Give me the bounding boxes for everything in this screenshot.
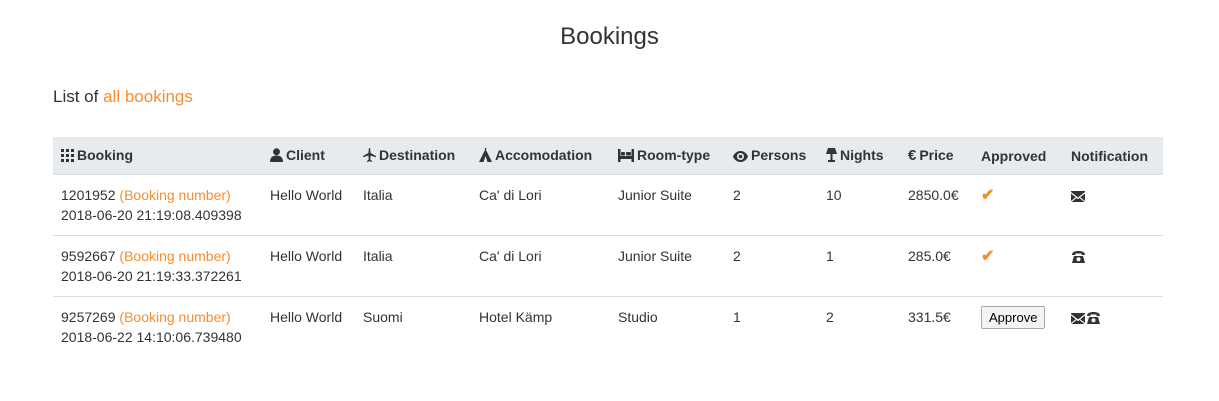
- user-icon: [270, 147, 283, 165]
- destination-cell: Suomi: [363, 309, 403, 325]
- header-approved: Approved: [973, 137, 1063, 175]
- plane-icon: [363, 147, 376, 165]
- header-room-type: Room-type: [610, 137, 725, 175]
- client-cell: Hello World: [270, 309, 343, 325]
- envelope-icon: [1071, 309, 1086, 325]
- destination-cell: Italia: [355, 174, 471, 236]
- booking-number: 9592667: [61, 248, 116, 264]
- booking-datetime: 2018-06-20 21:19:33.372261: [61, 268, 242, 284]
- table-row: 9257269 (Booking number) 2018-06-22 14:1…: [53, 297, 1163, 358]
- table-header-row: Booking Client Destination Accomodation …: [53, 137, 1163, 175]
- persons-cell: 2: [725, 174, 818, 236]
- tent-icon: [479, 147, 492, 165]
- approved-cell: Approve: [973, 297, 1063, 358]
- room-type-cell: Studio: [618, 309, 658, 325]
- header-price: € Price: [900, 137, 973, 175]
- header-notification: Notification: [1063, 137, 1163, 175]
- approved-check-icon: ✔: [981, 248, 995, 265]
- price-cell: 2850.0€: [900, 174, 973, 236]
- header-accommodation: Accomodation: [471, 137, 610, 175]
- booking-number: 1201952: [61, 187, 116, 203]
- lamp-icon: [826, 147, 837, 165]
- all-bookings-link[interactable]: all bookings: [103, 87, 193, 106]
- booking-number-label: (Booking number): [119, 248, 231, 264]
- booking-datetime: 2018-06-22 14:10:06.739480: [61, 329, 242, 345]
- notification-cell: [1063, 235, 1163, 297]
- accommodation-cell: Hotel Kämp: [479, 309, 553, 325]
- grid-icon: [61, 148, 74, 165]
- room-type-cell: Junior Suite: [610, 174, 725, 236]
- envelope-icon: [1071, 187, 1086, 203]
- room-type-cell: Junior Suite: [610, 235, 725, 297]
- table-row: 9592667 (Booking number) 2018-06-20 21:1…: [53, 235, 1163, 297]
- destination-cell: Italia: [355, 235, 471, 297]
- booking-number: 9257269: [61, 309, 116, 325]
- booking-cell: 1201952 (Booking number) 2018-06-20 21:1…: [53, 174, 262, 236]
- nights-cell: 1: [818, 235, 900, 297]
- client-cell: Hello World: [262, 235, 355, 297]
- notification-cell: [1063, 174, 1163, 236]
- booking-cell: 9592667 (Booking number) 2018-06-20 21:1…: [53, 235, 262, 297]
- eye-icon: [733, 149, 748, 165]
- nights-cell: 2: [826, 309, 834, 325]
- header-client: Client: [262, 137, 355, 175]
- notification-cell: [1063, 297, 1163, 358]
- client-cell: Hello World: [262, 174, 355, 236]
- approved-cell: ✔: [973, 235, 1063, 297]
- accommodation-cell: Ca' di Lori: [471, 174, 610, 236]
- header-persons: Persons: [725, 137, 818, 175]
- header-booking: Booking: [53, 137, 262, 175]
- approved-check-icon: ✔: [981, 187, 995, 204]
- list-subtitle: List of all bookings: [53, 86, 193, 108]
- subtitle-prefix: List of: [53, 87, 99, 106]
- accommodation-cell: Ca' di Lori: [471, 235, 610, 297]
- approve-button[interactable]: Approve: [981, 306, 1046, 329]
- approved-cell: ✔: [973, 174, 1063, 236]
- header-destination: Destination: [355, 137, 471, 175]
- nights-cell: 10: [818, 174, 900, 236]
- price-cell: 331.5€: [908, 309, 951, 325]
- persons-cell: 2: [725, 235, 818, 297]
- euro-icon: €: [908, 147, 917, 164]
- phone-icon: [1086, 309, 1102, 325]
- bookings-table: Booking Client Destination Accomodation …: [53, 137, 1163, 357]
- persons-cell: 1: [733, 309, 741, 325]
- price-cell: 285.0€: [900, 235, 973, 297]
- booking-number-label: (Booking number): [119, 309, 231, 325]
- table-row: 1201952 (Booking number) 2018-06-20 21:1…: [53, 174, 1163, 236]
- page-title: Bookings: [560, 23, 659, 50]
- header-nights: Nights: [818, 137, 900, 175]
- booking-number-label: (Booking number): [119, 187, 231, 203]
- bed-icon: [618, 148, 634, 165]
- booking-datetime: 2018-06-20 21:19:08.409398: [61, 207, 242, 223]
- bookings-table-container: Booking Client Destination Accomodation …: [53, 137, 1163, 357]
- booking-cell: 9257269 (Booking number) 2018-06-22 14:1…: [53, 297, 262, 358]
- phone-icon: [1071, 248, 1087, 264]
